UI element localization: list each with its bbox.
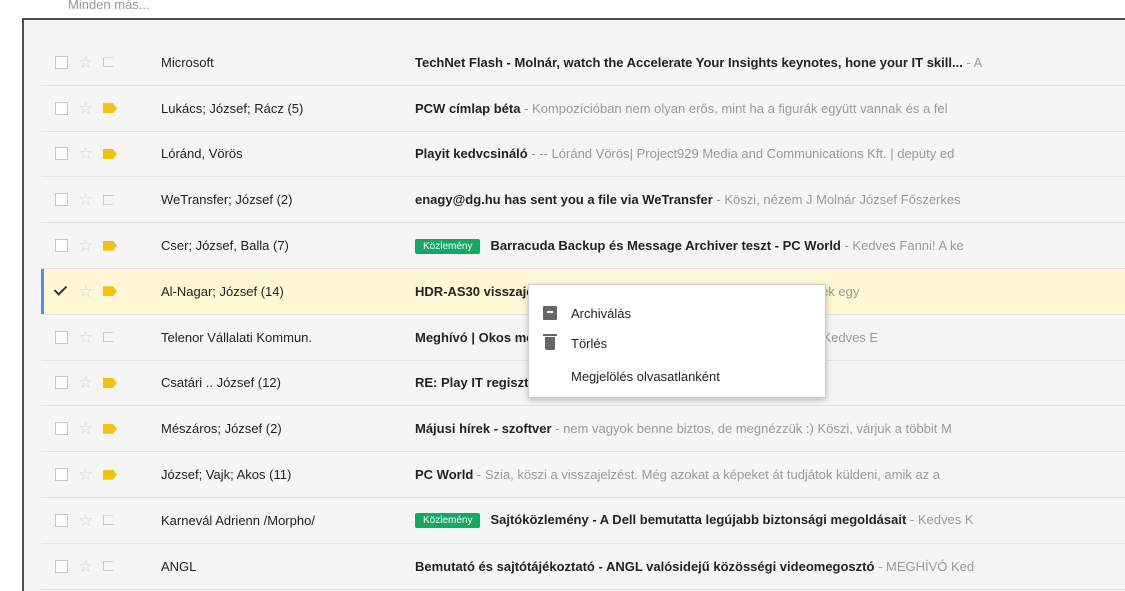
email-content: PCW címlap béta - Kompozícióban nem olya… bbox=[415, 101, 1125, 116]
star-icon[interactable]: ☆ bbox=[78, 54, 94, 71]
email-snippet: - Kompozícióban nem olyan erős, mint ha … bbox=[520, 100, 948, 116]
sender-name: WeTransfer; József (2) bbox=[161, 192, 293, 208]
email-content: Bemutató és sajtótájékoztató - ANGL való… bbox=[415, 559, 1125, 574]
truncated-header-text: Minden más... bbox=[68, 0, 150, 12]
star-icon[interactable]: ☆ bbox=[78, 145, 94, 162]
select-checkbox[interactable] bbox=[55, 239, 68, 253]
importance-marker-icon[interactable] bbox=[103, 377, 117, 388]
email-snippet: - Szia, köszi a visszajelzést. Még azoka… bbox=[473, 467, 941, 483]
sender-name: Lóránd, Vörös bbox=[161, 146, 243, 162]
importance-marker-icon[interactable] bbox=[103, 148, 117, 159]
menu-item-label: Törlés bbox=[571, 335, 608, 351]
email-subject: Barracuda Backup és Message Archiver tes… bbox=[490, 237, 841, 253]
select-checkbox[interactable] bbox=[55, 513, 68, 527]
email-row[interactable]: ☆ Lukács; József; Rácz (5) PCW címlap béta… bbox=[41, 85, 1125, 132]
importance-marker-icon[interactable] bbox=[103, 286, 117, 297]
email-snippet: - -- Lóránd Vörös| Project929 Media and … bbox=[527, 146, 955, 162]
star-icon[interactable]: ☆ bbox=[78, 420, 94, 437]
importance-marker-icon[interactable] bbox=[103, 57, 117, 68]
email-row[interactable]: ☆ ANGL Bemutató és sajtótájékoztató - ANGL… bbox=[41, 543, 1125, 590]
email-snippet: - Kedves K bbox=[906, 512, 974, 528]
select-checkbox[interactable] bbox=[55, 468, 68, 482]
menu-item-archive[interactable]: Archiválás bbox=[529, 299, 825, 327]
archive-icon bbox=[543, 306, 557, 320]
importance-marker-icon[interactable] bbox=[103, 332, 117, 343]
email-row[interactable]: ☆ WeTransfer; József (2) enagy@dg.hu has s… bbox=[41, 177, 1125, 224]
sender-name: ANGL bbox=[161, 558, 197, 574]
importance-marker-icon[interactable] bbox=[103, 469, 117, 480]
email-row[interactable]: ☆ Microsoft TechNet Flash - Molnár, watch … bbox=[41, 40, 1125, 86]
email-row[interactable]: ☆ Mészáros; József (2) Májusi hírek - szof… bbox=[41, 406, 1125, 453]
select-checkbox[interactable] bbox=[55, 101, 68, 115]
label-chip[interactable]: Közlemény bbox=[415, 513, 481, 529]
select-checkbox[interactable] bbox=[55, 559, 68, 573]
email-subject: Májusi hírek - szoftver bbox=[415, 421, 552, 437]
importance-marker-icon[interactable] bbox=[103, 103, 117, 114]
menu-item-delete[interactable]: Törlés bbox=[529, 329, 825, 357]
select-checkbox[interactable] bbox=[55, 376, 68, 390]
email-subject: enagy@dg.hu has sent you a file via WeTr… bbox=[415, 192, 713, 208]
select-checkbox[interactable] bbox=[55, 330, 68, 344]
importance-marker-icon[interactable] bbox=[103, 423, 117, 434]
sender-name: Cser; József, Balla (7) bbox=[161, 238, 289, 254]
star-icon[interactable]: ☆ bbox=[78, 329, 94, 346]
importance-marker-icon[interactable] bbox=[103, 240, 117, 251]
sender-name: Al-Nagar; József (14) bbox=[161, 283, 284, 299]
menu-item-label: Megjelölés olvasatlanként bbox=[571, 368, 720, 384]
email-content: Playit kedvcsináló - -- Lóránd Vörös| Pr… bbox=[415, 146, 1125, 161]
email-row[interactable]: ☆ Cser; József, Balla (7) Közlemény Barracu… bbox=[41, 223, 1125, 269]
sender-name: Mészáros; József (2) bbox=[161, 421, 282, 437]
star-icon[interactable]: ☆ bbox=[78, 374, 94, 391]
star-icon[interactable]: ☆ bbox=[78, 283, 94, 300]
importance-marker-icon[interactable] bbox=[103, 561, 117, 572]
top-strip: Minden más... bbox=[0, 0, 1125, 18]
email-subject: PCW címlap béta bbox=[415, 100, 521, 116]
star-icon[interactable]: ☆ bbox=[78, 191, 94, 208]
menu-item-label: Archiválás bbox=[571, 305, 631, 321]
select-checkbox[interactable] bbox=[55, 285, 68, 298]
email-row[interactable]: ☆ Lóránd, Vörös Playit kedvcsináló - -- Ló… bbox=[41, 131, 1125, 178]
email-row[interactable]: ☆ Karnevál Adrienn /Morpho/Közlemény Sajtó… bbox=[41, 497, 1125, 544]
importance-marker-icon[interactable] bbox=[103, 515, 117, 526]
email-content: Közlemény Sajtóközlemény - A Dell bemutat… bbox=[415, 512, 1125, 529]
email-snippet: - nem vagyok benne biztos, de megnézzük … bbox=[551, 421, 952, 437]
sender-name: Karnevál Adrienn /Morpho/ bbox=[161, 512, 315, 528]
select-checkbox[interactable] bbox=[55, 55, 68, 69]
email-row[interactable]: ☆ József; Vajk; Akos (11) PC World - Szia,… bbox=[41, 452, 1125, 498]
label-chip[interactable]: Közlemény bbox=[415, 238, 481, 254]
email-snippet: - MEGHÍVÓ Ked bbox=[874, 558, 975, 574]
sender-name: Csatári .. József (12) bbox=[161, 375, 281, 391]
importance-marker-icon[interactable] bbox=[103, 194, 117, 205]
email-content: enagy@dg.hu has sent you a file via WeTr… bbox=[415, 192, 1125, 207]
email-snippet: - Kedves Fanni! A ke bbox=[840, 237, 964, 253]
context-menu: Archiválás Törlés Megjelölés olvasatlank… bbox=[528, 284, 826, 398]
select-checkbox[interactable] bbox=[55, 193, 68, 207]
star-icon[interactable]: ☆ bbox=[78, 466, 94, 483]
star-icon[interactable]: ☆ bbox=[78, 512, 94, 529]
email-subject: PC World bbox=[415, 467, 474, 483]
email-subject: Bemutató és sajtótájékoztató - ANGL való… bbox=[415, 558, 875, 574]
email-content: Májusi hírek - szoftver - nem vagyok ben… bbox=[415, 421, 1125, 436]
trash-icon bbox=[543, 333, 557, 350]
select-checkbox[interactable] bbox=[55, 422, 68, 436]
sender-name: Microsoft bbox=[161, 54, 214, 70]
email-snippet: - Köszi, nézem J Molnár József Főszerkes bbox=[712, 192, 961, 208]
menu-item-mark-unread[interactable]: Megjelölés olvasatlanként bbox=[529, 362, 825, 390]
select-checkbox[interactable] bbox=[55, 147, 68, 161]
star-icon[interactable]: ☆ bbox=[78, 100, 94, 117]
email-subject: TechNet Flash - Molnár, watch the Accele… bbox=[415, 54, 963, 70]
sender-name: Lukács; József; Rácz (5) bbox=[161, 100, 304, 116]
email-content: PC World - Szia, köszi a visszajelzést. … bbox=[415, 467, 1125, 482]
email-snippet: - A bbox=[962, 54, 983, 70]
email-content: Közlemény Barracuda Backup és Message Arc… bbox=[415, 238, 1125, 254]
email-subject: Playit kedvcsináló bbox=[415, 146, 528, 162]
star-icon[interactable]: ☆ bbox=[78, 558, 94, 575]
star-icon[interactable]: ☆ bbox=[78, 237, 94, 254]
email-subject: Sajtóközlemény - A Dell bemutatta legúja… bbox=[490, 512, 907, 528]
sender-name: József; Vajk; Akos (11) bbox=[161, 467, 292, 483]
sender-name: Telenor Vállalati Kommun. bbox=[161, 329, 313, 345]
email-content: TechNet Flash - Molnár, watch the Accele… bbox=[415, 55, 1125, 70]
